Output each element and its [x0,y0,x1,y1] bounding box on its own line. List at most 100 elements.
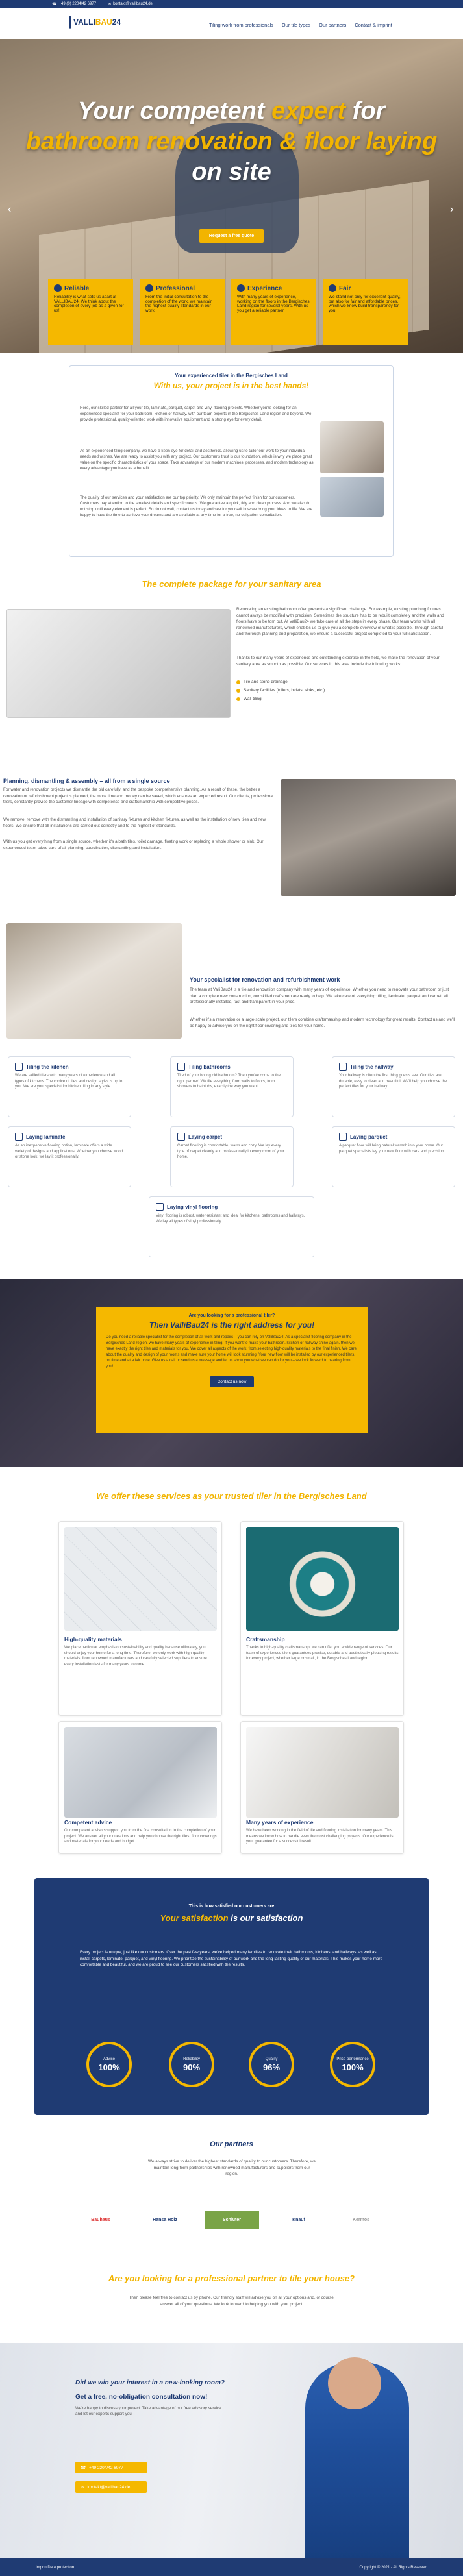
logo-text: VALLIBAU24 [73,18,121,27]
email-link[interactable]: ✉ kontakt@vallibau24.de [108,2,153,6]
service-text: As an inexpensive flooring option, lamin… [15,1144,123,1159]
top-bar: ☎ +49 (0) 2204/42 6977 ✉ kontakt@valliba… [0,0,463,8]
intro-paragraph: The quality of our services and your sat… [80,495,312,517]
looking-paragraph: Then please feel free to contact us by p… [129,2296,335,2307]
feature-title: Professional [156,284,195,292]
feature-text: With many years of experience, working o… [237,295,310,313]
service-card-hallway[interactable]: Tiling the hallway Your hallway is often … [332,1056,455,1117]
request-quote-button[interactable]: Request a free quote [199,229,264,243]
package-paragraph: Renovating an existing bathroom often pr… [236,607,444,636]
demolition-paragraph: We remove, remove with the dismantling a… [3,817,266,828]
footer-copyright: Copyright © 2021 - All Rights Reserved [359,2565,427,2570]
partner-logo-schlueter[interactable]: Schlüter [205,2211,259,2229]
bathroom-sketch-photo [6,609,231,718]
email-text: kontakt@vallibau24.de [113,2,153,6]
service-title: Laying laminate [26,1133,66,1140]
nav-tile-types[interactable]: Our tile types [282,22,310,28]
feature-title: Fair [339,284,351,292]
partners-title: Our partners [210,2140,253,2148]
satisfaction-paragraph: Every project is unique, just like our c… [80,1950,382,1967]
package-title: The complete package for your sanitary a… [142,579,321,589]
offer-card-text: We place particular emphasis on sustaina… [64,1646,207,1666]
slider-next-icon[interactable]: › [450,204,453,216]
phone-link[interactable]: ☎ +49 (0) 2204/42 6977 [52,2,96,6]
list-item: Sanitary facilities (toilets, bidets, si… [236,686,325,695]
partner-logo-hansa[interactable]: Hansa Holz [138,2211,192,2229]
nav-tiling[interactable]: Tiling work from professionals [209,22,273,28]
contact-phone-button[interactable]: ☎ +49 2204/42 6977 [75,2462,147,2473]
stat-label: Price-performance [336,2057,369,2061]
looking-title: Are you looking for a professional partn… [108,2273,355,2283]
specialist-title: Your specialist for renovation and refur… [190,976,340,983]
vinyl-icon [156,1203,164,1211]
package-list: Tile and stone drainage Sanitary facilit… [236,678,325,703]
partner-logo-bauhaus[interactable]: Bauhaus [73,2211,128,2229]
stat-value: 100% [342,2062,364,2072]
feature-title: Reliable [64,284,90,292]
search-subtitle: Are you looking for a professional tiler… [188,1313,275,1318]
stat-value: 100% [98,2062,120,2072]
mail-icon: ✉ [81,2485,84,2490]
phone-text: +49 (0) 2204/42 6977 [58,2,97,6]
service-card-vinyl[interactable]: Laying vinyl flooring Vinyl flooring is r… [149,1196,314,1257]
slider-prev-icon[interactable]: ‹ [8,204,11,216]
footer-imprint-link[interactable]: Imprint [36,2566,47,2570]
stat-label: Reliability [183,2057,200,2061]
feature-text: From the initial consultation to the com… [145,295,213,313]
service-card-kitchen[interactable]: Tiling the kitchen We are skilled tilers … [8,1056,131,1117]
partner-logo-kermos[interactable]: Kermos [334,2211,388,2229]
service-text: A parquet floor will bring natural warmt… [339,1144,445,1154]
service-card-bathroom[interactable]: Tiling bathrooms Tired of your boring old… [170,1056,294,1117]
hero-title: Your competent expert for bathroom renov… [25,97,438,186]
euro-icon [329,284,336,292]
main-nav: Tiling work from professionals Our tile … [209,22,392,28]
tiler-search-box: Are you looking for a professional tiler… [96,1307,368,1433]
contact-now-button[interactable]: Contact us now [209,1376,255,1387]
contact-title: Get a free, no-obligation consultation n… [75,2394,208,2401]
satisfaction-title: Your satisfaction is our satisfaction [160,1913,303,1923]
service-card-parquet[interactable]: Laying parquet A parquet floor will bring… [332,1126,455,1187]
offer-card-title: Competent advice [64,1819,112,1826]
offer-card-craftsmanship: Craftsmanship Thanks to high-quality cra… [240,1521,404,1716]
service-title: Tiling bathrooms [188,1063,231,1070]
bathtub-icon [177,1063,185,1071]
kitchen-icon [15,1063,23,1071]
search-title: Then ValliBau24 is the right address for… [149,1320,315,1330]
service-text: Your hallway is often the first thing gu… [339,1074,447,1089]
door-icon [339,1063,347,1071]
feature-title: Experience [247,284,282,292]
partner-logo-knauf[interactable]: Knauf [279,2211,318,2229]
offer-card-title: Many years of experience [246,1819,314,1826]
service-text: We are skilled tilers with many years of… [15,1074,123,1089]
logo[interactable]: VALLIBAU24 [69,12,121,32]
stat-value: 96% [262,2062,281,2072]
service-title: Tiling the hallway [350,1063,394,1070]
nav-partners[interactable]: Our partners [319,22,346,28]
mosaic-tiles-image [246,1527,399,1631]
service-card-laminate[interactable]: Laying laminate As an inexpensive floorin… [8,1126,131,1187]
package-paragraph: Thanks to our many years of experience a… [236,656,440,667]
offer-card-text: We have been working in the field of til… [246,1829,394,1844]
intro-subtitle: Your experienced tiler in the Bergisches… [175,373,288,378]
nav-contact[interactable]: Contact & imprint [355,22,392,28]
site-footer: Imprint Data protection Copyright © 2021… [0,2558,463,2576]
bathroom-mirror-image [64,1727,217,1818]
contact-section: Did we win your interest in a new-lookin… [0,2343,463,2558]
worker-face [328,2357,381,2409]
service-card-carpet[interactable]: Laying carpet Carpet flooring is comforta… [170,1126,294,1187]
footer-privacy-link[interactable]: Data protection [47,2566,74,2570]
contact-email-button[interactable]: ✉ kontakt@vallibau24.de [75,2481,147,2493]
marble-bathroom-image [246,1727,399,1818]
laminate-icon [15,1133,23,1141]
check-icon [54,284,62,292]
finished-bathroom-photo [6,923,182,1039]
demolition-title: Planning, dismantling & assembly – all f… [3,778,170,784]
intro-paragraph: As an experienced tiling company, we hav… [80,449,314,471]
service-text: Tired of your boring old bathroom? Then … [177,1074,281,1089]
offer-card-experience: Many years of experience We have been wo… [240,1721,404,1854]
feature-fair: Fair We stand not only for excellent qua… [323,279,408,345]
search-paragraph: Do you need a reliable specialist for th… [106,1335,357,1368]
stat-price-performance: Price-performance 100% [330,2042,375,2087]
stat-reliability: Reliability 90% [169,2042,214,2087]
specialist-paragraph: Whether it's a renovation or a large-sca… [190,1017,455,1028]
